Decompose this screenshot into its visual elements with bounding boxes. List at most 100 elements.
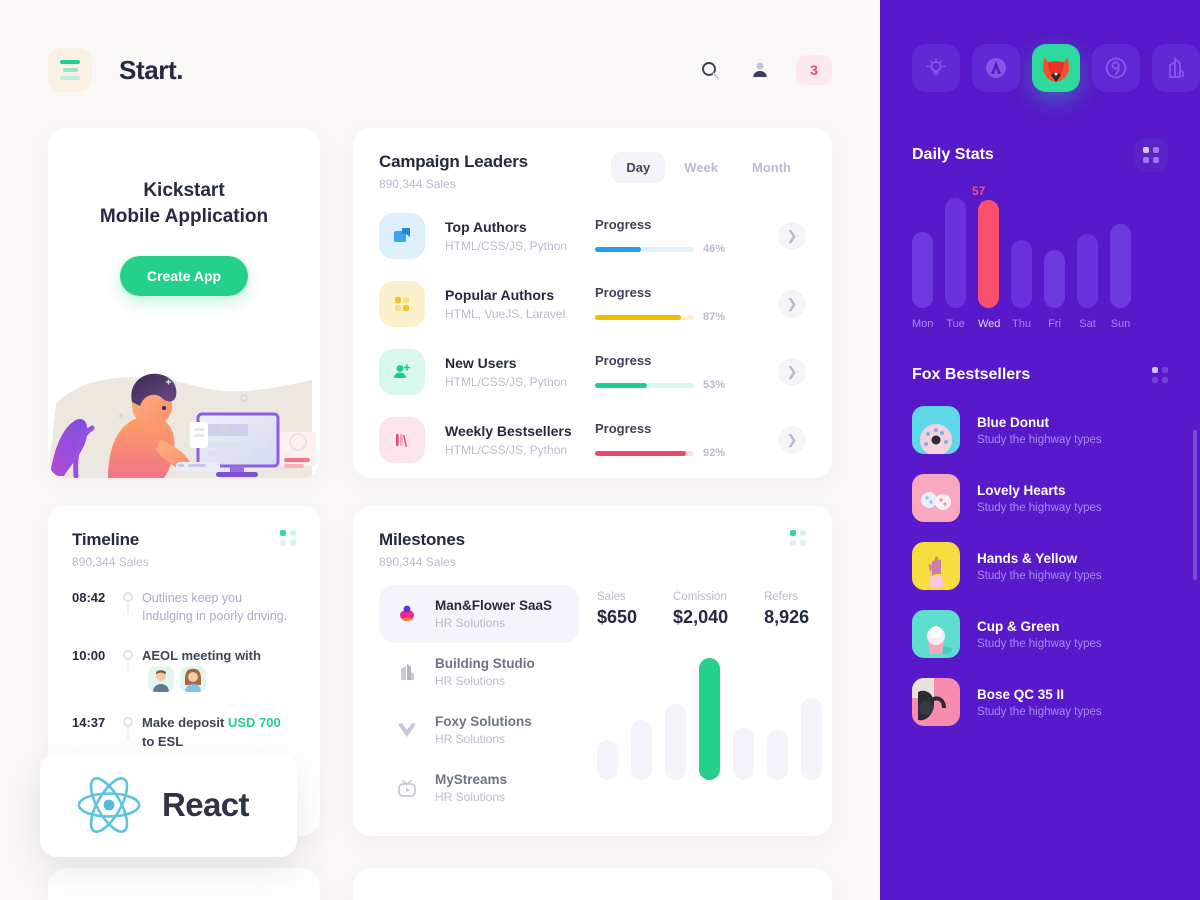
campaign-row-tech: HTML/CSS/JS, Python [445,443,568,457]
list-item[interactable]: Bose QC 35 II Study the highway types [912,668,1168,736]
milestone-text: MyStreams HR Solutions [435,772,507,804]
lightbulb-icon[interactable] [912,44,960,92]
progress-fill [595,450,687,456]
daily-stats-menu-button[interactable] [1134,138,1168,172]
stat-label: Refers [764,591,798,603]
campaign-subtitle: 890,344 Sales [379,177,456,191]
list-item[interactable]: Hands & Yellow Study the highway types [912,532,1168,600]
milestones-bar-5[interactable] [733,728,754,780]
campaign-row[interactable]: New Users HTML/CSS/JS, Python Progress 5… [379,349,806,395]
milestones-subtitle: 890,344 Sales [379,555,456,569]
building-icon [393,660,421,684]
bestseller-name: Hands & Yellow [977,550,1078,566]
chevron-right-icon[interactable]: ❯ [778,426,806,454]
daily-stats-bar-fri[interactable] [1044,250,1065,308]
bestseller-name: Cup & Green [977,618,1060,634]
milestones-bar-chart [597,650,822,780]
tab-week[interactable]: Week [669,152,733,183]
react-badge-card[interactable]: React [40,753,297,857]
person-icon[interactable] [746,56,774,84]
chevron-right-icon[interactable]: ❯ [778,222,806,250]
campaign-row-text: Top Authors HTML/CSS/JS, Python [445,219,595,253]
list-item-text: Hands & Yellow Study the highway types [977,551,1102,582]
timeline-item[interactable]: 10:00 AEOL meeting with [72,647,296,714]
timeline-time: 14:37 [72,715,106,731]
sidebar-scrollbar[interactable] [1193,430,1197,580]
nine-circle-icon[interactable] [1092,44,1140,92]
progress-label: Progress [595,421,652,436]
fox-logo-icon[interactable] [1032,44,1080,92]
milestone-name: Building Studio [435,656,535,671]
search-icon[interactable] [696,56,724,84]
notification-badge[interactable]: 3 [796,55,832,85]
progress-track [595,246,694,252]
list-item[interactable]: Cup & Green Study the highway types [912,600,1168,668]
flower-icon [393,602,421,626]
daily-stats-bar-thu[interactable] [1011,240,1032,308]
bestsellers-title: Fox Bestsellers [912,366,1031,383]
daily-stats-label-fri: Fri [1048,318,1061,330]
milestone-row[interactable]: Man&Flower SaaS HR Solutions [379,585,579,643]
campaign-leaders-card: Campaign Leaders 890,344 Sales Day Week … [353,128,832,478]
period-segmented-control: Day Week Month [611,152,806,183]
bose-qc-thumb [912,678,960,726]
milestones-stats-chart: Sales $650 Comission $2,040 Refers 8,926 [579,585,822,817]
milestone-row[interactable]: Building Studio HR Solutions [379,643,579,701]
milestones-bar-3[interactable] [665,704,686,780]
tab-month[interactable]: Month [737,152,806,183]
campaign-row[interactable]: Popular Authors HTML, VueJS, Laravel Pro… [379,281,806,327]
stat-label: Sales [597,591,626,603]
milestones-bar-4[interactable] [699,658,720,780]
arch-logo-icon[interactable] [972,44,1020,92]
list-item[interactable]: Blue Donut Study the highway types [912,396,1168,464]
daily-stats-bar-tue[interactable] [945,198,966,308]
grid-dots-icon[interactable] [790,530,806,546]
chevron-right-icon[interactable]: ❯ [778,358,806,386]
skyscraper-icon[interactable] [1152,44,1200,92]
logo-bar-3 [60,76,80,80]
milestone-row[interactable]: Foxy Solutions HR Solutions [379,701,579,759]
bestsellers-menu-icon[interactable] [1152,367,1168,383]
progress-fill [595,314,682,320]
timeline-item[interactable]: 08:42 Outlines keep you Indulging in poo… [72,589,296,647]
tv-play-icon [393,776,421,800]
create-app-button[interactable]: Create App [119,256,249,297]
campaign-progress: Progress 53% [595,353,725,391]
timeline-time: 08:42 [72,590,106,605]
campaign-row[interactable]: Weekly Bestsellers HTML/CSS/JS, Python P… [379,417,806,463]
campaign-row-name: New Users [445,355,517,371]
kickstart-card: Kickstart Mobile Application Create App [48,128,320,478]
daily-stats-bar-mon[interactable] [912,232,933,308]
stat-value: $650 [597,607,638,627]
milestone-text: Foxy Solutions HR Solutions [435,714,532,746]
milestones-bar-6[interactable] [767,730,788,780]
campaign-row-tech: HTML/CSS/JS, Python [445,375,568,389]
milestones-bar-7[interactable] [801,698,822,780]
milestones-bar-2[interactable] [631,720,652,780]
blue-donut-thumb [912,406,960,454]
timeline-avatars [148,666,206,693]
list-item[interactable]: Lovely Hearts Study the highway types [912,464,1168,532]
hamburger-logo-icon[interactable] [48,48,92,92]
milestones-body: Man&Flower SaaS HR Solutions Building St… [379,585,822,817]
timeline-title: Timeline [72,530,140,549]
main-content: Start. 3 Kickstart Mobile Application Cr… [0,0,880,900]
bestseller-name: Bose QC 35 II [977,686,1065,702]
milestones-bar-1[interactable] [597,740,618,780]
chevron-right-icon[interactable]: ❯ [778,290,806,318]
progress-track [595,450,694,456]
progress-percent: 53% [702,379,725,391]
daily-stats-bar-sat[interactable] [1077,234,1098,308]
milestone-text: Man&Flower SaaS HR Solutions [435,598,552,630]
bestseller-sub: Study the highway types [977,569,1102,582]
hands-yellow-thumb [912,542,960,590]
progress-label: Progress [595,217,652,232]
tab-day[interactable]: Day [611,152,666,183]
campaign-row-text: New Users HTML/CSS/JS, Python [445,355,595,389]
kickstart-title-line2: Mobile Application [99,206,269,228]
progress-track [595,314,694,320]
grid-dots-icon[interactable] [280,530,296,546]
milestone-row[interactable]: MyStreams HR Solutions [379,759,579,817]
daily-stats-bar-sun[interactable] [1110,224,1131,308]
campaign-row[interactable]: Top Authors HTML/CSS/JS, Python Progress… [379,213,806,259]
